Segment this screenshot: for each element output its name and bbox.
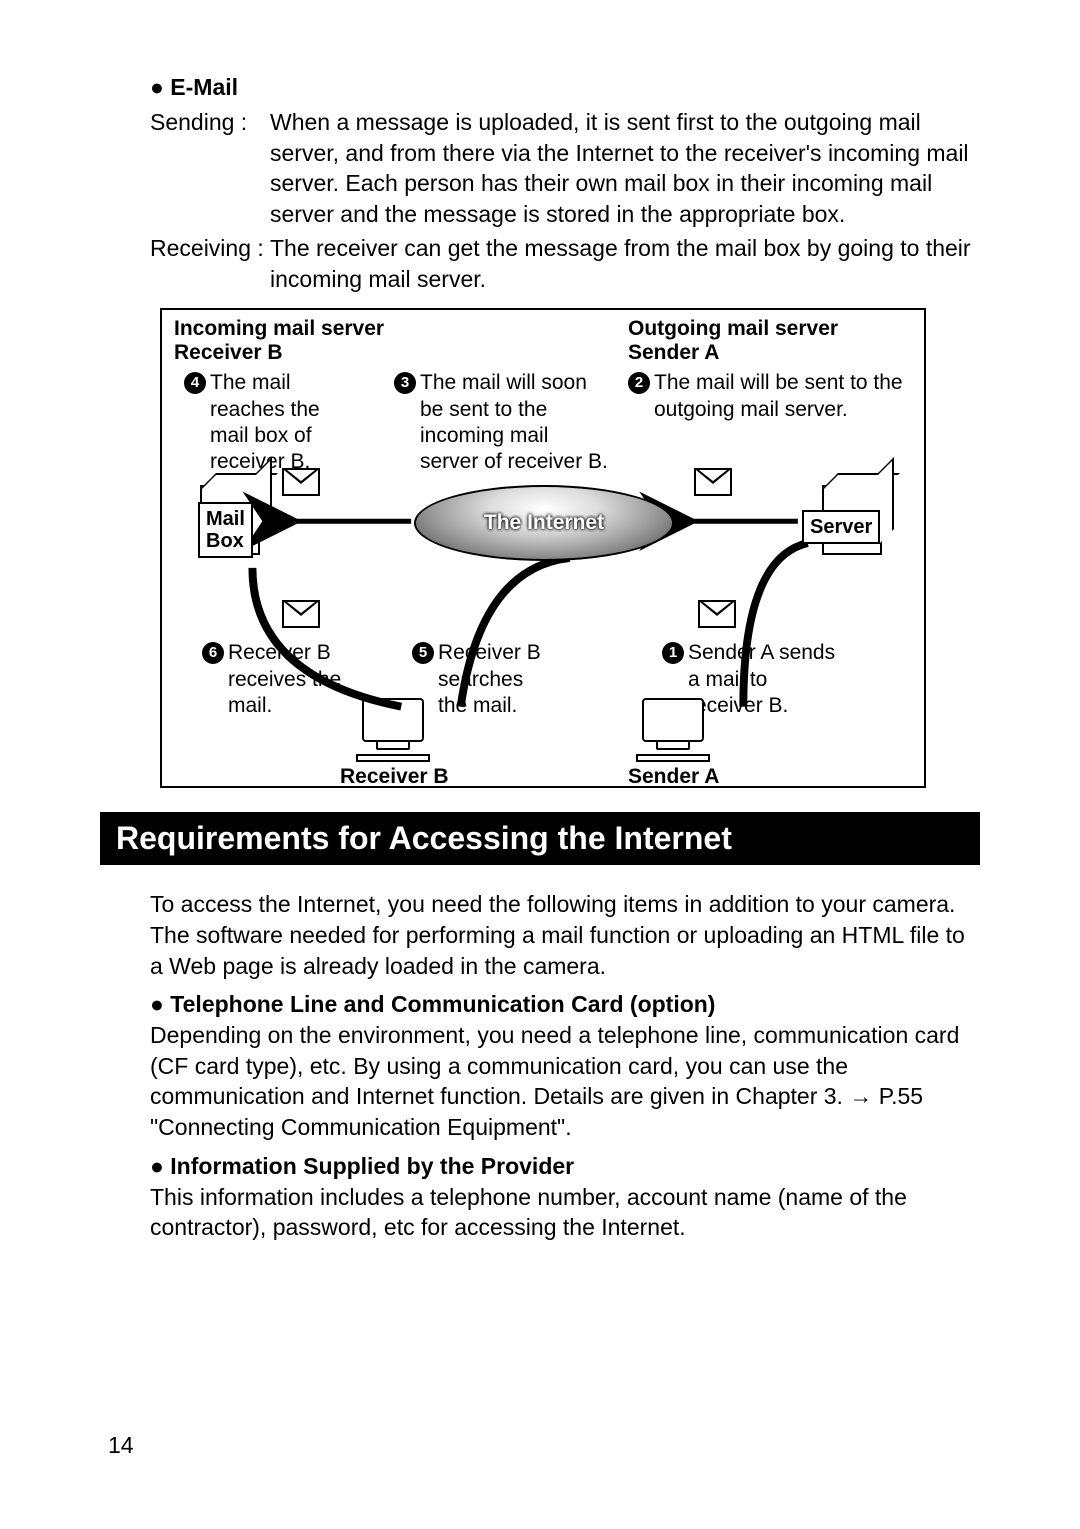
step-2-badge: 2 [628,372,650,394]
telephone-line-heading: Telephone Line and Communication Card (o… [150,991,980,1018]
page-number: 14 [108,1432,134,1459]
email-heading: E-Mail [150,74,980,101]
internet-oval: The Internet [414,485,674,561]
outgoing-server-label: Outgoing mail server [628,316,838,342]
sending-body: When a message is uploaded, it is sent f… [270,107,980,229]
step-4: 4The mail reaches the mail box of receiv… [184,370,384,475]
receiving-term: Receiving : [150,233,270,294]
requirements-intro: To access the Internet, you need the fol… [150,889,980,981]
sender-a-bottom-label: Sender A [628,764,719,790]
step-6-badge: 6 [202,642,224,664]
step-2: 2The mail will be sent to the outgoing m… [628,370,918,423]
receiving-row: Receiving : The receiver can get the mes… [150,233,980,294]
email-diagram: Incoming mail server Receiver B Outgoing… [160,308,926,788]
sender-a-top-label: Sender A [628,340,719,366]
step-6: 6Receiver B receives the mail. [202,640,372,719]
step-1-badge: 1 [662,642,684,664]
step-3-badge: 3 [394,372,416,394]
server-label: Server [802,510,880,544]
monitor-icon [362,698,424,742]
telephone-line-body: Depending on the environment, you need a… [150,1020,980,1142]
envelope-icon [694,468,732,496]
step-5-badge: 5 [412,642,434,664]
envelope-icon [698,600,736,628]
envelope-icon [282,468,320,496]
incoming-server-label: Incoming mail server [174,316,384,342]
section-title-bar: Requirements for Accessing the Internet [100,812,980,865]
receiving-body: The receiver can get the message from th… [270,233,980,294]
receiver-b-bottom-label: Receiver B [340,764,449,790]
mailbox-label: Mail Box [198,502,253,558]
step-4-badge: 4 [184,372,206,394]
provider-info-body: This information includes a telephone nu… [150,1182,980,1243]
envelope-icon [282,600,320,628]
keyboard-icon [356,754,430,762]
step-3: 3The mail will soon be sent to the incom… [394,370,614,475]
provider-info-heading: Information Supplied by the Provider [150,1153,980,1180]
keyboard-icon [636,754,710,762]
receiver-b-top-label: Receiver B [174,340,283,366]
monitor-icon [642,698,704,742]
sending-row: Sending : When a message is uploaded, it… [150,107,980,229]
step-5: 5Receiver B searches the mail. [412,640,582,719]
sending-term: Sending : [150,107,270,229]
